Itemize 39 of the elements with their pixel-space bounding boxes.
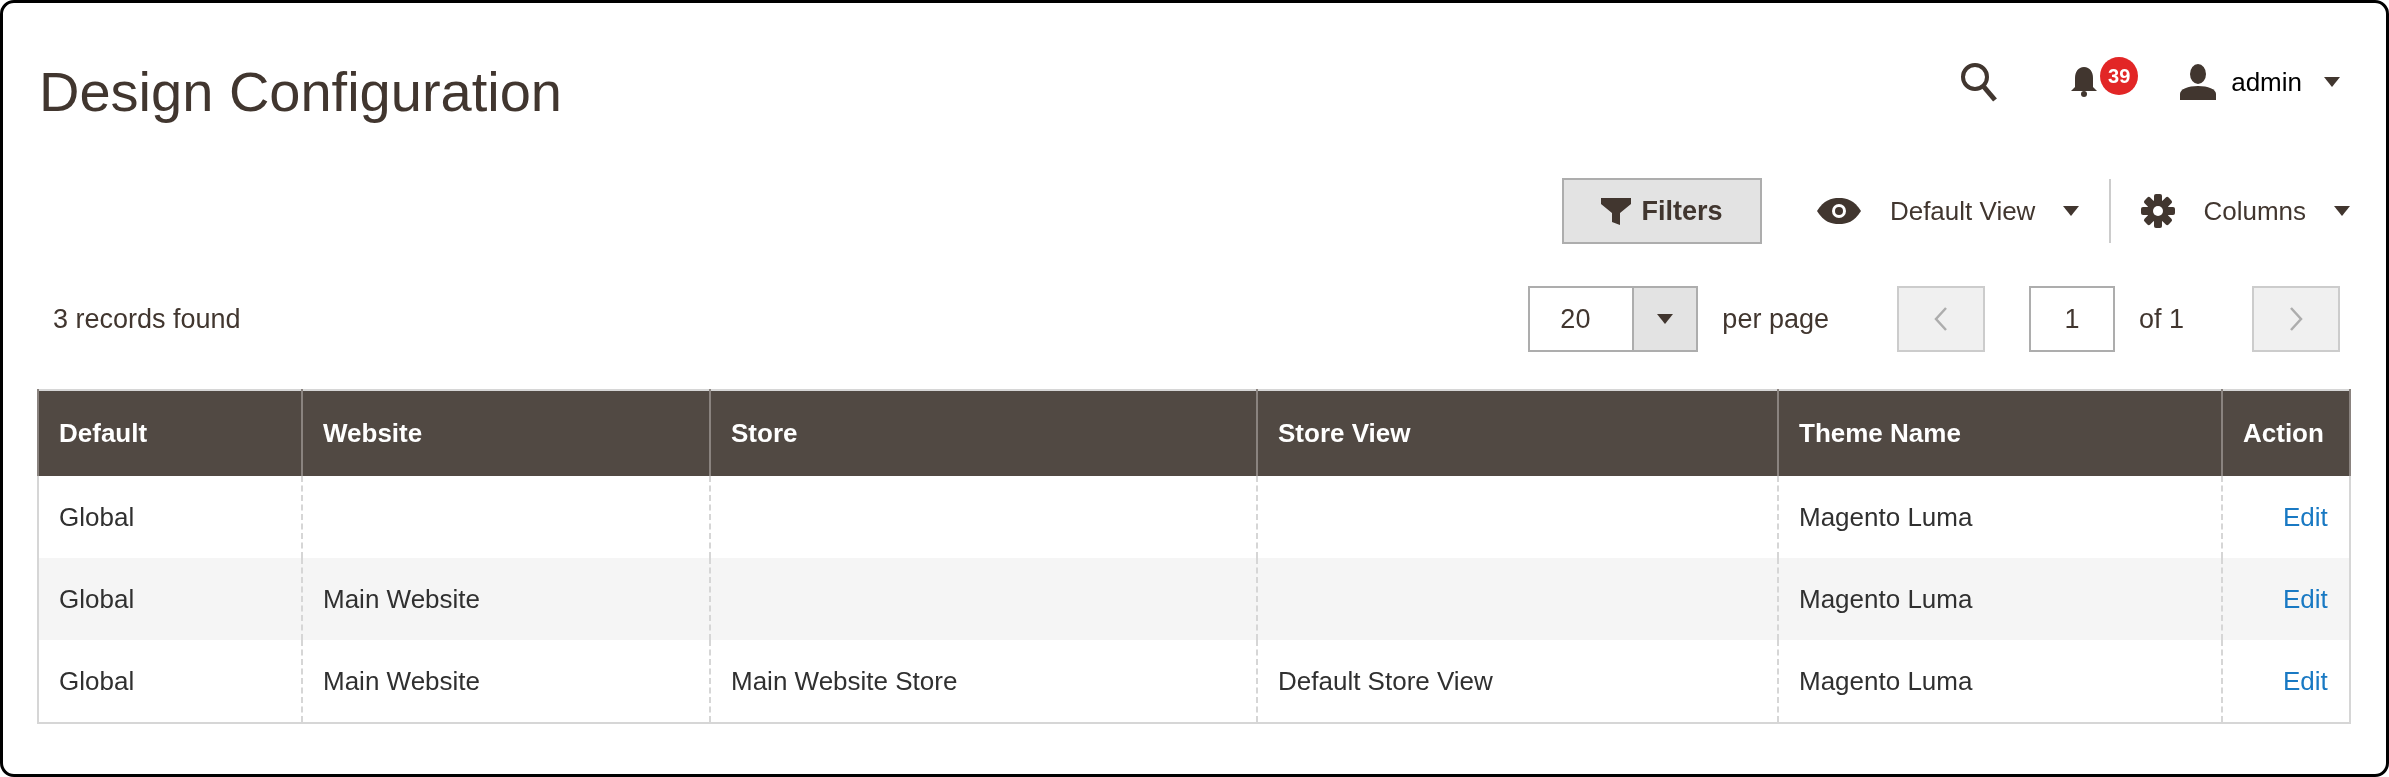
page-number-field[interactable]: 1 (2028, 286, 2115, 352)
column-header[interactable]: Store (710, 390, 1257, 476)
table-cell: Main Website Store (710, 640, 1257, 723)
column-header[interactable]: Default (38, 390, 302, 476)
columns-dropdown[interactable]: Columns (2141, 194, 2350, 228)
edit-link[interactable]: Edit (2283, 665, 2328, 697)
table-cell: Global (38, 558, 302, 640)
column-header[interactable]: Theme Name (1778, 390, 2222, 476)
table-cell: Default Store View (1257, 640, 1778, 723)
eye-icon (1815, 197, 1862, 225)
caret-icon (1657, 314, 1674, 324)
edit-link[interactable]: Edit (2283, 583, 2328, 615)
user-icon (2179, 64, 2218, 100)
filters-button[interactable]: Filters (1561, 178, 1762, 244)
notification-badge: 39 (2100, 57, 2139, 95)
records-count: 3 records found (53, 303, 241, 335)
page-title: Design Configuration (39, 59, 562, 124)
chevron-left-icon (1933, 306, 1948, 332)
column-header[interactable]: Website (302, 390, 710, 476)
per-page-select[interactable]: 20 (1528, 286, 1699, 352)
caret-icon (2063, 206, 2080, 216)
user-menu[interactable]: admin (2179, 64, 2340, 100)
table-cell: Global (38, 640, 302, 723)
funnel-icon (1601, 196, 1632, 226)
per-page-label: per page (1722, 303, 1829, 335)
table-cell: Main Website (302, 640, 710, 723)
caret-icon (2334, 206, 2350, 216)
table-cell: Magento Luma (1778, 640, 2222, 723)
chevron-right-icon (2289, 306, 2303, 332)
edit-link[interactable]: Edit (2283, 501, 2328, 533)
table-cell: Magento Luma (1778, 558, 2222, 640)
page-total: of 1 (2138, 303, 2184, 335)
view-dropdown[interactable]: Default View (1815, 195, 2080, 227)
bell-icon[interactable] (2069, 65, 2100, 99)
column-header[interactable]: Action (2222, 390, 2350, 476)
caret-icon (2324, 77, 2340, 87)
table-cell: Main Website (302, 558, 710, 640)
search-icon[interactable] (1959, 61, 2000, 103)
column-header[interactable]: Store View (1257, 390, 1778, 476)
